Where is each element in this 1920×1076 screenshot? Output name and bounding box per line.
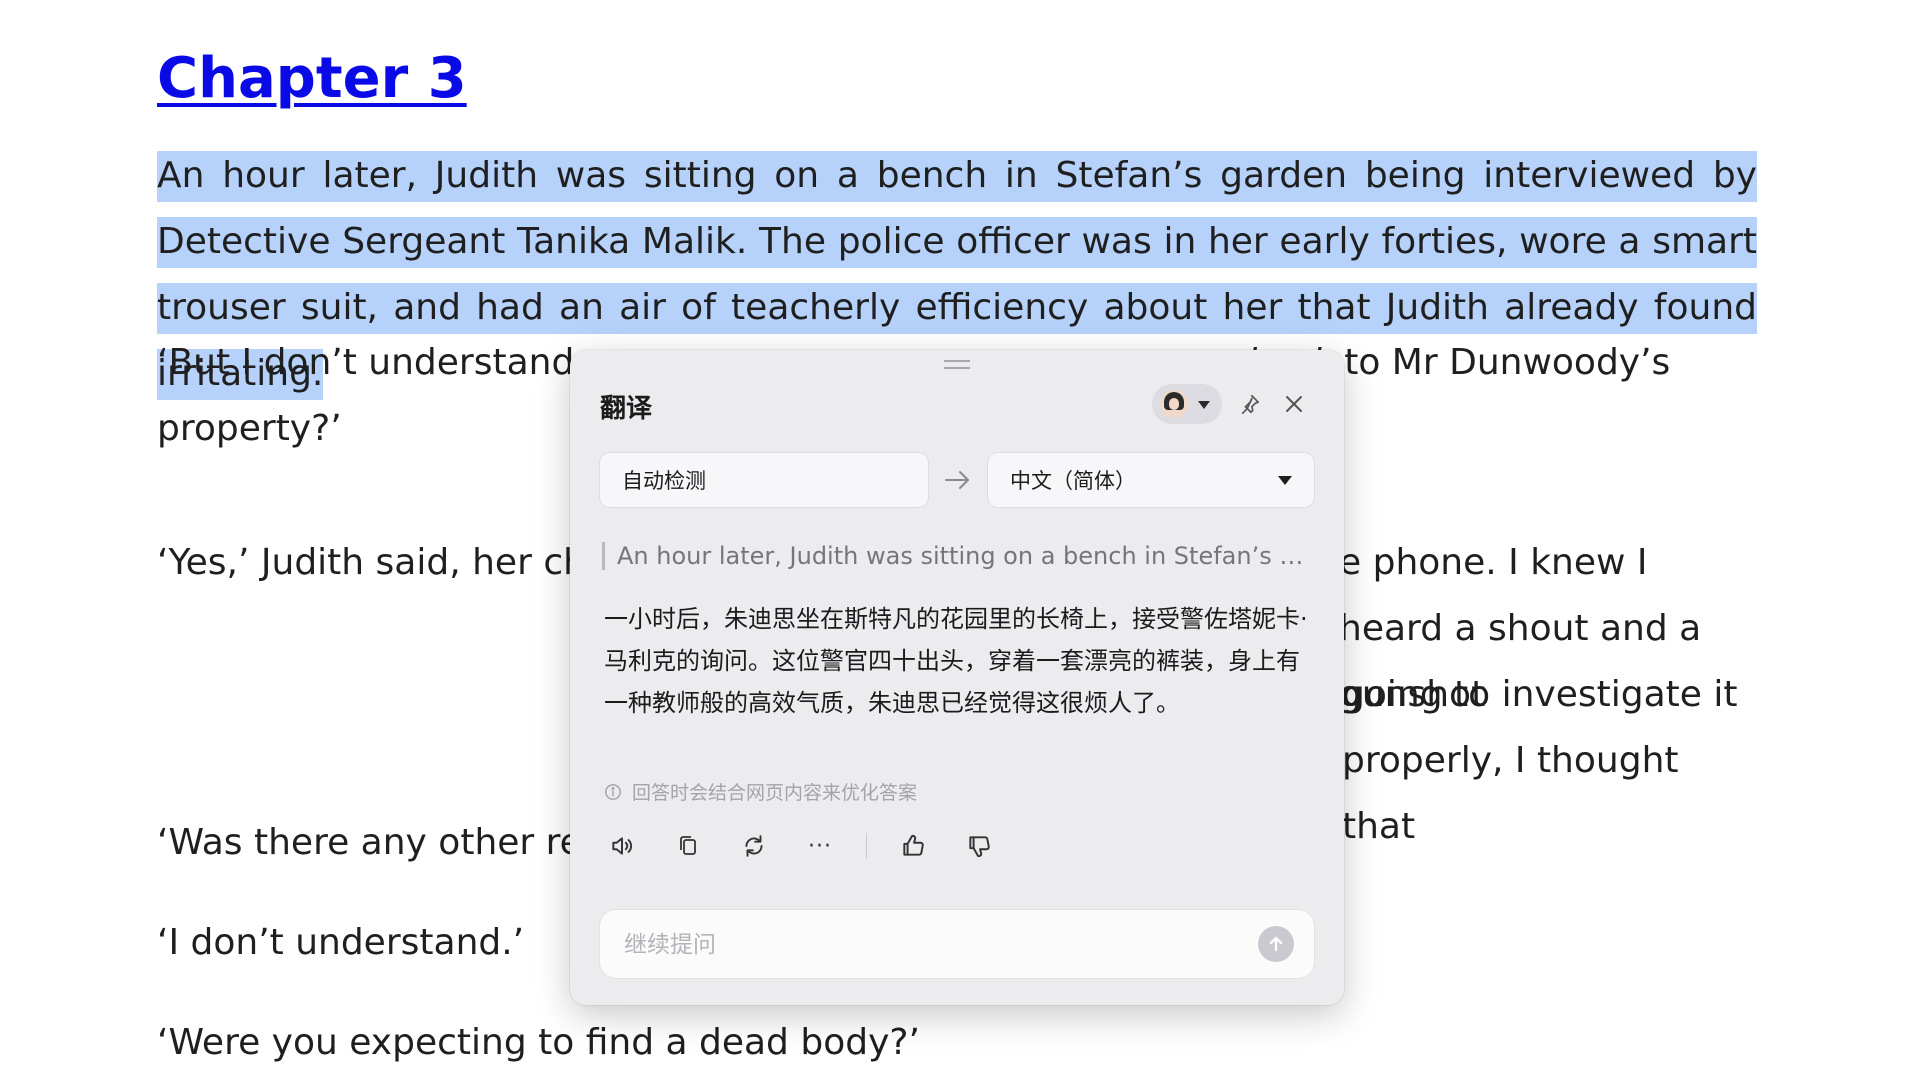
avatar [1160,390,1188,418]
follow-up-input[interactable] [622,910,1226,980]
refresh-icon [745,835,763,857]
close-icon [1286,396,1302,412]
action-bar: ··· [602,826,1025,866]
dislike-button[interactable] [959,826,999,866]
chapter-title-link[interactable]: Chapter 3 [157,40,467,118]
copy-button[interactable] [668,826,708,866]
popup-title: 翻译 [600,394,653,424]
more-button[interactable]: ··· [800,826,840,866]
target-language-select[interactable]: 中文（简体） [988,453,1314,507]
divider [866,833,867,859]
paragraph-4-text: ‘Was there any other rea [157,822,604,863]
regenerate-button[interactable] [734,826,774,866]
paragraph-5-text: ‘I don’t understand.’ [157,922,525,963]
info-icon [605,783,621,800]
model-selector[interactable] [1152,384,1222,424]
target-language-label: 中文（简体） [1010,469,1136,493]
close-button[interactable] [1278,388,1310,420]
paragraph-6: ‘Were you expecting to find a dead body?… [157,1010,1757,1076]
chevron-down-icon [1278,476,1292,485]
read-aloud-button[interactable] [602,826,642,866]
source-language-select[interactable]: 自动检测 [600,453,928,507]
follow-up-box [600,910,1314,980]
pin-button[interactable] [1234,388,1266,420]
article: Chapter 3 An hour later, Judith was sitt… [157,40,1757,1063]
speaker-icon [612,837,633,855]
hint: 回答时会结合网页内容来优化答案 [604,778,917,805]
translation-result: 一小时后，朱迪思坐在斯特凡的花园里的长椅上，接受警佐塔妮卡·马利克的询问。这位警… [604,605,1308,717]
thumbs-down-icon [969,836,990,857]
like-button[interactable] [893,826,933,866]
arrow-right-icon [945,471,969,489]
source-text-excerpt: An hour later, Judith was sitting on a b… [602,542,1314,570]
drag-handle[interactable] [944,360,970,369]
paragraph-6-text: ‘Were you expecting to find a dead body?… [157,1022,920,1063]
chevron-down-icon [1198,401,1210,409]
copy-icon [680,836,696,855]
thumbs-up-icon [903,835,924,856]
pin-icon [1241,394,1260,414]
hint-text: 回答时会结合网页内容来优化答案 [632,782,918,804]
send-button[interactable] [1258,926,1294,962]
paragraph-3-start: ‘Yes,’ Judith said, her chi [157,542,596,583]
more-icon: ··· [808,833,832,859]
translation-popup: 翻译 自动检测 中文（简体） An hour later, Judith was… [570,350,1344,1005]
send-arrow-icon [1269,936,1283,952]
source-language-label: 自动检测 [622,469,706,493]
paragraph-2-start: ‘But I don’t understand, [157,342,598,383]
